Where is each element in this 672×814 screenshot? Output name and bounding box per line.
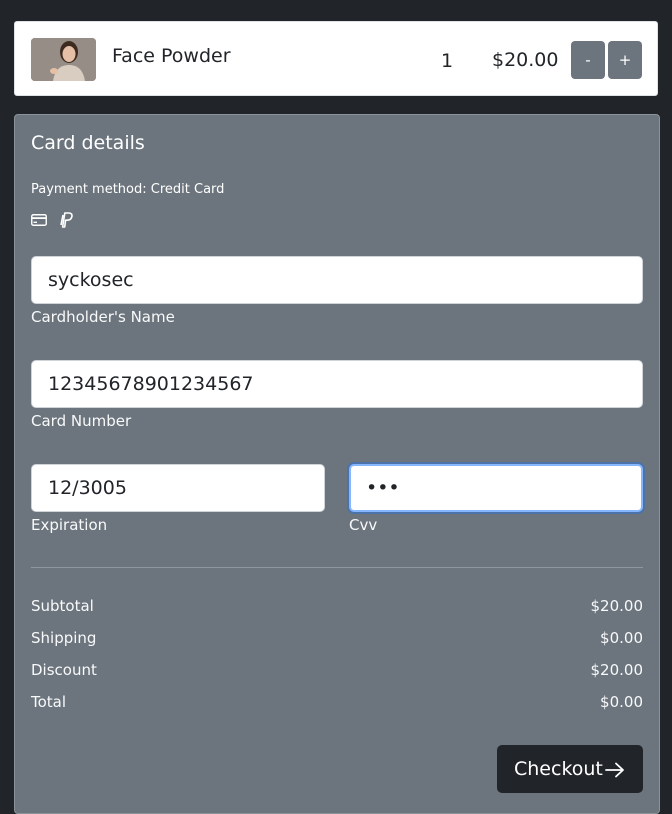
checkout-label: Checkout [514, 758, 603, 780]
subtotal-row: Subtotal $20.00 [31, 597, 643, 617]
paypal-icon[interactable] [60, 212, 73, 232]
checkout-button[interactable]: Checkout [497, 745, 643, 793]
cart-item: Face Powder 1 $20.00 - + [14, 21, 658, 96]
cvv-label: Cvv [349, 516, 378, 534]
product-name: Face Powder [112, 45, 231, 67]
total-row: Total $0.00 [31, 693, 643, 713]
cardholder-name-label: Cardholder's Name [31, 308, 175, 326]
credit-card-icon[interactable] [31, 212, 47, 231]
discount-value: $20.00 [590, 661, 644, 679]
payment-method-text: Payment method: Credit Card [31, 182, 225, 197]
discount-row: Discount $20.00 [31, 661, 643, 681]
divider [31, 567, 643, 568]
cardholder-name-input[interactable] [31, 256, 643, 304]
card-details-panel: Card details Payment method: Credit Card… [14, 114, 660, 814]
product-quantity: 1 [441, 50, 454, 72]
shipping-label: Shipping [31, 629, 97, 647]
product-price: $20.00 [492, 49, 559, 71]
subtotal-value: $20.00 [590, 597, 644, 615]
cvv-input[interactable] [349, 464, 643, 512]
total-label: Total [31, 693, 67, 711]
card-number-label: Card Number [31, 412, 132, 430]
discount-label: Discount [31, 661, 97, 679]
expiration-input[interactable] [31, 464, 325, 512]
increase-quantity-button[interactable]: + [608, 41, 642, 79]
panel-title: Card details [31, 132, 145, 154]
decrease-quantity-button[interactable]: - [571, 41, 605, 79]
expiration-label: Expiration [31, 516, 108, 534]
card-number-input[interactable] [31, 360, 643, 408]
subtotal-label: Subtotal [31, 597, 94, 615]
shipping-row: Shipping $0.00 [31, 629, 643, 649]
shipping-value: $0.00 [600, 629, 643, 647]
arrow-right-icon [605, 761, 625, 783]
total-value: $0.00 [600, 693, 643, 711]
product-image [31, 38, 96, 81]
